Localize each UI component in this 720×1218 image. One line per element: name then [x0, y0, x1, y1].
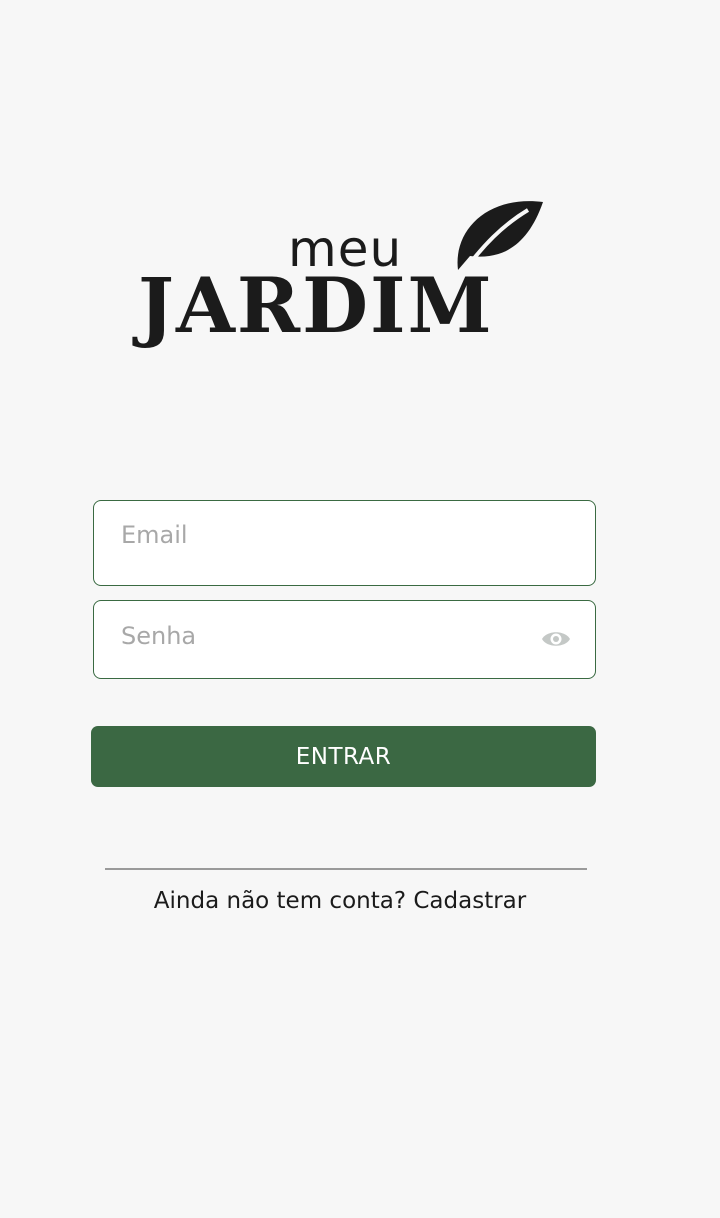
signup-link[interactable]: Cadastrar — [413, 888, 526, 914]
login-button[interactable]: ENTRAR — [91, 726, 596, 787]
signup-prompt: Ainda não tem conta? Cadastrar — [0, 888, 680, 914]
email-field[interactable] — [93, 493, 596, 586]
password-input[interactable] — [121, 597, 521, 674]
divider — [105, 868, 587, 870]
logo-text-jardim: JARDIM — [138, 261, 494, 350]
leaf-icon — [457, 201, 543, 276]
app-logo: meu JARDIM — [138, 190, 558, 350]
email-input[interactable] — [121, 493, 521, 577]
signup-prompt-text: Ainda não tem conta? — [153, 888, 407, 914]
eye-icon[interactable] — [541, 628, 571, 650]
password-field[interactable] — [93, 597, 596, 679]
